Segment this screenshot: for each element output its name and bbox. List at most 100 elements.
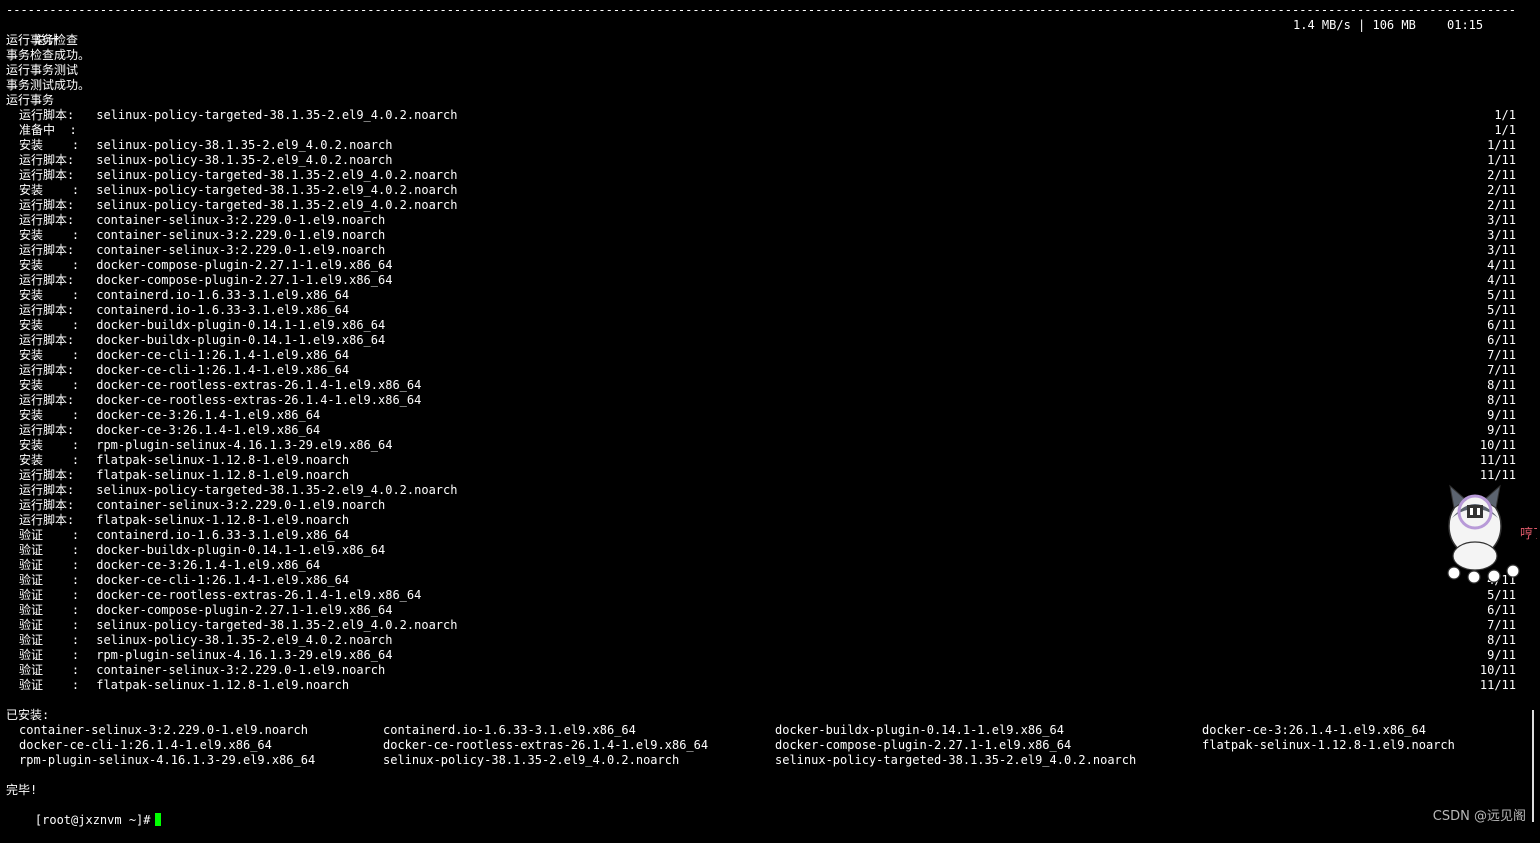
transaction-line: 运行脚本: container-selinux-3:2.229.0-1.el9.… bbox=[6, 213, 1518, 228]
transaction-progress: 2/11 bbox=[1487, 168, 1516, 182]
transaction-line: 验证 : docker-ce-3:26.1.4-1.el9.x86_64 bbox=[6, 558, 1518, 573]
installed-package: containerd.io-1.6.33-3.1.el9.x86_64 bbox=[383, 723, 636, 737]
transaction-package: container-selinux-3:2.229.0-1.el9.noarch bbox=[96, 213, 386, 227]
transaction-line: 验证 : docker-ce-cli-1:26.1.4-1.el9.x86_64… bbox=[6, 573, 1518, 588]
terminal-scrollbar[interactable] bbox=[1532, 710, 1534, 822]
installed-package: selinux-policy-38.1.35-2.el9_4.0.2.noarc… bbox=[383, 753, 680, 767]
mascot-caption: 哼了 bbox=[1520, 526, 1537, 542]
transaction-line: 运行脚本: docker-ce-cli-1:26.1.4-1.el9.x86_6… bbox=[6, 363, 1518, 378]
transaction-action: 安装 : bbox=[19, 453, 80, 467]
transaction-line: 安装 : flatpak-selinux-1.12.8-1.el9.noarch… bbox=[6, 453, 1518, 468]
transaction-line: 验证 : containerd.io-1.6.33-3.1.el9.x86_64 bbox=[6, 528, 1518, 543]
transaction-package: docker-buildx-plugin-0.14.1-1.el9.x86_64 bbox=[96, 318, 386, 332]
transaction-package: docker-compose-plugin-2.27.1-1.el9.x86_6… bbox=[96, 603, 393, 617]
installed-package: rpm-plugin-selinux-4.16.1.3-29.el9.x86_6… bbox=[19, 753, 316, 767]
shell-prompt: [root@jxznvm ~]# bbox=[34, 813, 151, 827]
transaction-line: 运行脚本: docker-ce-3:26.1.4-1.el9.x86_64 9/1… bbox=[6, 423, 1518, 438]
transaction-package: docker-buildx-plugin-0.14.1-1.el9.x86_64 bbox=[96, 543, 386, 557]
transaction-line: 运行脚本: docker-buildx-plugin-0.14.1-1.el9.… bbox=[6, 333, 1518, 348]
terminal-output[interactable]: ----------------------------------------… bbox=[6, 3, 1518, 833]
transaction-line: 运行脚本: selinux-policy-targeted-38.1.35-2.… bbox=[6, 198, 1518, 213]
transaction-progress: 6/11 bbox=[1487, 603, 1516, 617]
transaction-progress: 7/11 bbox=[1487, 363, 1516, 377]
transaction-action: 安装 : bbox=[19, 228, 80, 242]
transaction-package: docker-ce-3:26.1.4-1.el9.x86_64 bbox=[96, 408, 321, 422]
transaction-action: 运行脚本: bbox=[19, 153, 75, 167]
transaction-line: 验证 : docker-buildx-plugin-0.14.1-1.el9.x… bbox=[6, 543, 1518, 558]
transaction-progress: 2/11 bbox=[1487, 198, 1516, 212]
transaction-line: 安装 : containerd.io-1.6.33-3.1.el9.x86_64… bbox=[6, 288, 1518, 303]
transaction-package: docker-ce-rootless-extras-26.1.4-1.el9.x… bbox=[96, 378, 422, 392]
transaction-action: 运行脚本: bbox=[19, 483, 75, 497]
terminal-cursor bbox=[154, 813, 161, 826]
transaction-progress: 5/11 bbox=[1487, 288, 1516, 302]
transaction-progress: 7/11 bbox=[1487, 618, 1516, 632]
transaction-progress: 9/11 bbox=[1487, 648, 1516, 662]
transaction-progress: 1/11 bbox=[1487, 138, 1516, 152]
transaction-action: 验证 : bbox=[19, 678, 80, 692]
transaction-action: 运行脚本: bbox=[19, 333, 75, 347]
transaction-progress: 7/11 bbox=[1487, 348, 1516, 362]
transaction-progress: 10/11 bbox=[1479, 663, 1516, 677]
transaction-line: 安装 : selinux-policy-38.1.35-2.el9_4.0.2.… bbox=[6, 138, 1518, 153]
transaction-action: 安装 : bbox=[19, 378, 80, 392]
transaction-package: docker-buildx-plugin-0.14.1-1.el9.x86_64 bbox=[96, 333, 386, 347]
transaction-action: 安装 : bbox=[19, 318, 80, 332]
installed-package: docker-ce-rootless-extras-26.1.4-1.el9.x… bbox=[383, 738, 709, 752]
transaction-progress: 5/11 bbox=[1487, 588, 1516, 602]
transaction-action: 运行脚本: bbox=[19, 243, 75, 257]
transaction-action: 验证 : bbox=[19, 588, 80, 602]
transaction-line: 验证 : container-selinux-3:2.229.0-1.el9.n… bbox=[6, 663, 1518, 678]
transaction-line: 运行脚本: flatpak-selinux-1.12.8-1.el9.noarc… bbox=[6, 513, 1518, 528]
transaction-progress: 11/11 bbox=[1479, 678, 1516, 692]
transaction-action: 运行脚本: bbox=[19, 303, 75, 317]
transaction-line: 运行脚本: docker-compose-plugin-2.27.1-1.el9… bbox=[6, 273, 1518, 288]
transaction-line: 验证 : docker-compose-plugin-2.27.1-1.el9.… bbox=[6, 603, 1518, 618]
installed-package: flatpak-selinux-1.12.8-1.el9.noarch bbox=[1202, 738, 1455, 752]
transaction-package: flatpak-selinux-1.12.8-1.el9.noarch bbox=[96, 468, 350, 482]
transaction-package: selinux-policy-targeted-38.1.35-2.el9_4.… bbox=[96, 108, 458, 122]
transaction-action: 安装 : bbox=[19, 258, 80, 272]
status-line: 事务测试成功。 bbox=[6, 78, 91, 92]
transaction-action: 运行脚本: bbox=[19, 513, 75, 527]
transaction-action: 验证 : bbox=[19, 633, 80, 647]
installed-row: rpm-plugin-selinux-4.16.1.3-29.el9.x86_6… bbox=[6, 753, 1518, 768]
transaction-line: 验证 : flatpak-selinux-1.12.8-1.el9.noarch… bbox=[6, 678, 1518, 693]
transaction-package: containerd.io-1.6.33-3.1.el9.x86_64 bbox=[96, 288, 350, 302]
summary-time: 01:15 bbox=[1447, 18, 1484, 32]
transaction-package: docker-compose-plugin-2.27.1-1.el9.x86_6… bbox=[96, 258, 393, 272]
transaction-action: 安装 : bbox=[19, 183, 80, 197]
transaction-action: 验证 : bbox=[19, 558, 80, 572]
transaction-progress: 4/11 bbox=[1487, 258, 1516, 272]
transaction-package: docker-ce-cli-1:26.1.4-1.el9.x86_64 bbox=[96, 348, 350, 362]
transaction-progress: 4/11 bbox=[1487, 273, 1516, 287]
status-line: 运行事务测试 bbox=[6, 63, 79, 77]
transaction-package: docker-ce-rootless-extras-26.1.4-1.el9.x… bbox=[96, 393, 422, 407]
transaction-line: 运行脚本: container-selinux-3:2.229.0-1.el9.… bbox=[6, 498, 1518, 513]
transaction-progress: 11/11 bbox=[1479, 453, 1516, 467]
transaction-package: selinux-policy-targeted-38.1.35-2.el9_4.… bbox=[96, 183, 458, 197]
transaction-package: rpm-plugin-selinux-4.16.1.3-29.el9.x86_6… bbox=[96, 648, 393, 662]
transaction-action: 安装 : bbox=[19, 438, 80, 452]
shell-prompt-line[interactable]: [root@jxznvm ~]# bbox=[6, 798, 1518, 827]
transaction-package: containerd.io-1.6.33-3.1.el9.x86_64 bbox=[96, 303, 350, 317]
transaction-progress: 1/11 bbox=[1487, 153, 1516, 167]
transaction-line: 准备中 : 1/1 bbox=[6, 123, 1518, 138]
transaction-action: 验证 : bbox=[19, 603, 80, 617]
separator-line: ----------------------------------------… bbox=[6, 3, 1518, 17]
transaction-action: 安装 : bbox=[19, 288, 80, 302]
transaction-progress: 8/11 bbox=[1487, 393, 1516, 407]
transaction-package: docker-ce-rootless-extras-26.1.4-1.el9.x… bbox=[96, 588, 422, 602]
husky-mascot-icon[interactable]: 哼了 bbox=[1442, 478, 1537, 588]
transaction-action: 运行脚本: bbox=[19, 468, 75, 482]
transaction-action: 运行脚本: bbox=[19, 213, 75, 227]
transaction-progress: 3/11 bbox=[1487, 243, 1516, 257]
transaction-line: 运行脚本: selinux-policy-38.1.35-2.el9_4.0.2… bbox=[6, 153, 1518, 168]
transaction-action: 运行脚本: bbox=[19, 198, 75, 212]
transaction-package: docker-compose-plugin-2.27.1-1.el9.x86_6… bbox=[96, 273, 393, 287]
transaction-package: selinux-policy-38.1.35-2.el9_4.0.2.noarc… bbox=[96, 138, 393, 152]
transaction-package: container-selinux-3:2.229.0-1.el9.noarch bbox=[96, 243, 386, 257]
transaction-line: 运行脚本: container-selinux-3:2.229.0-1.el9.… bbox=[6, 243, 1518, 258]
status-line: 运行事务 bbox=[6, 93, 55, 107]
transaction-package: rpm-plugin-selinux-4.16.1.3-29.el9.x86_6… bbox=[96, 438, 393, 452]
